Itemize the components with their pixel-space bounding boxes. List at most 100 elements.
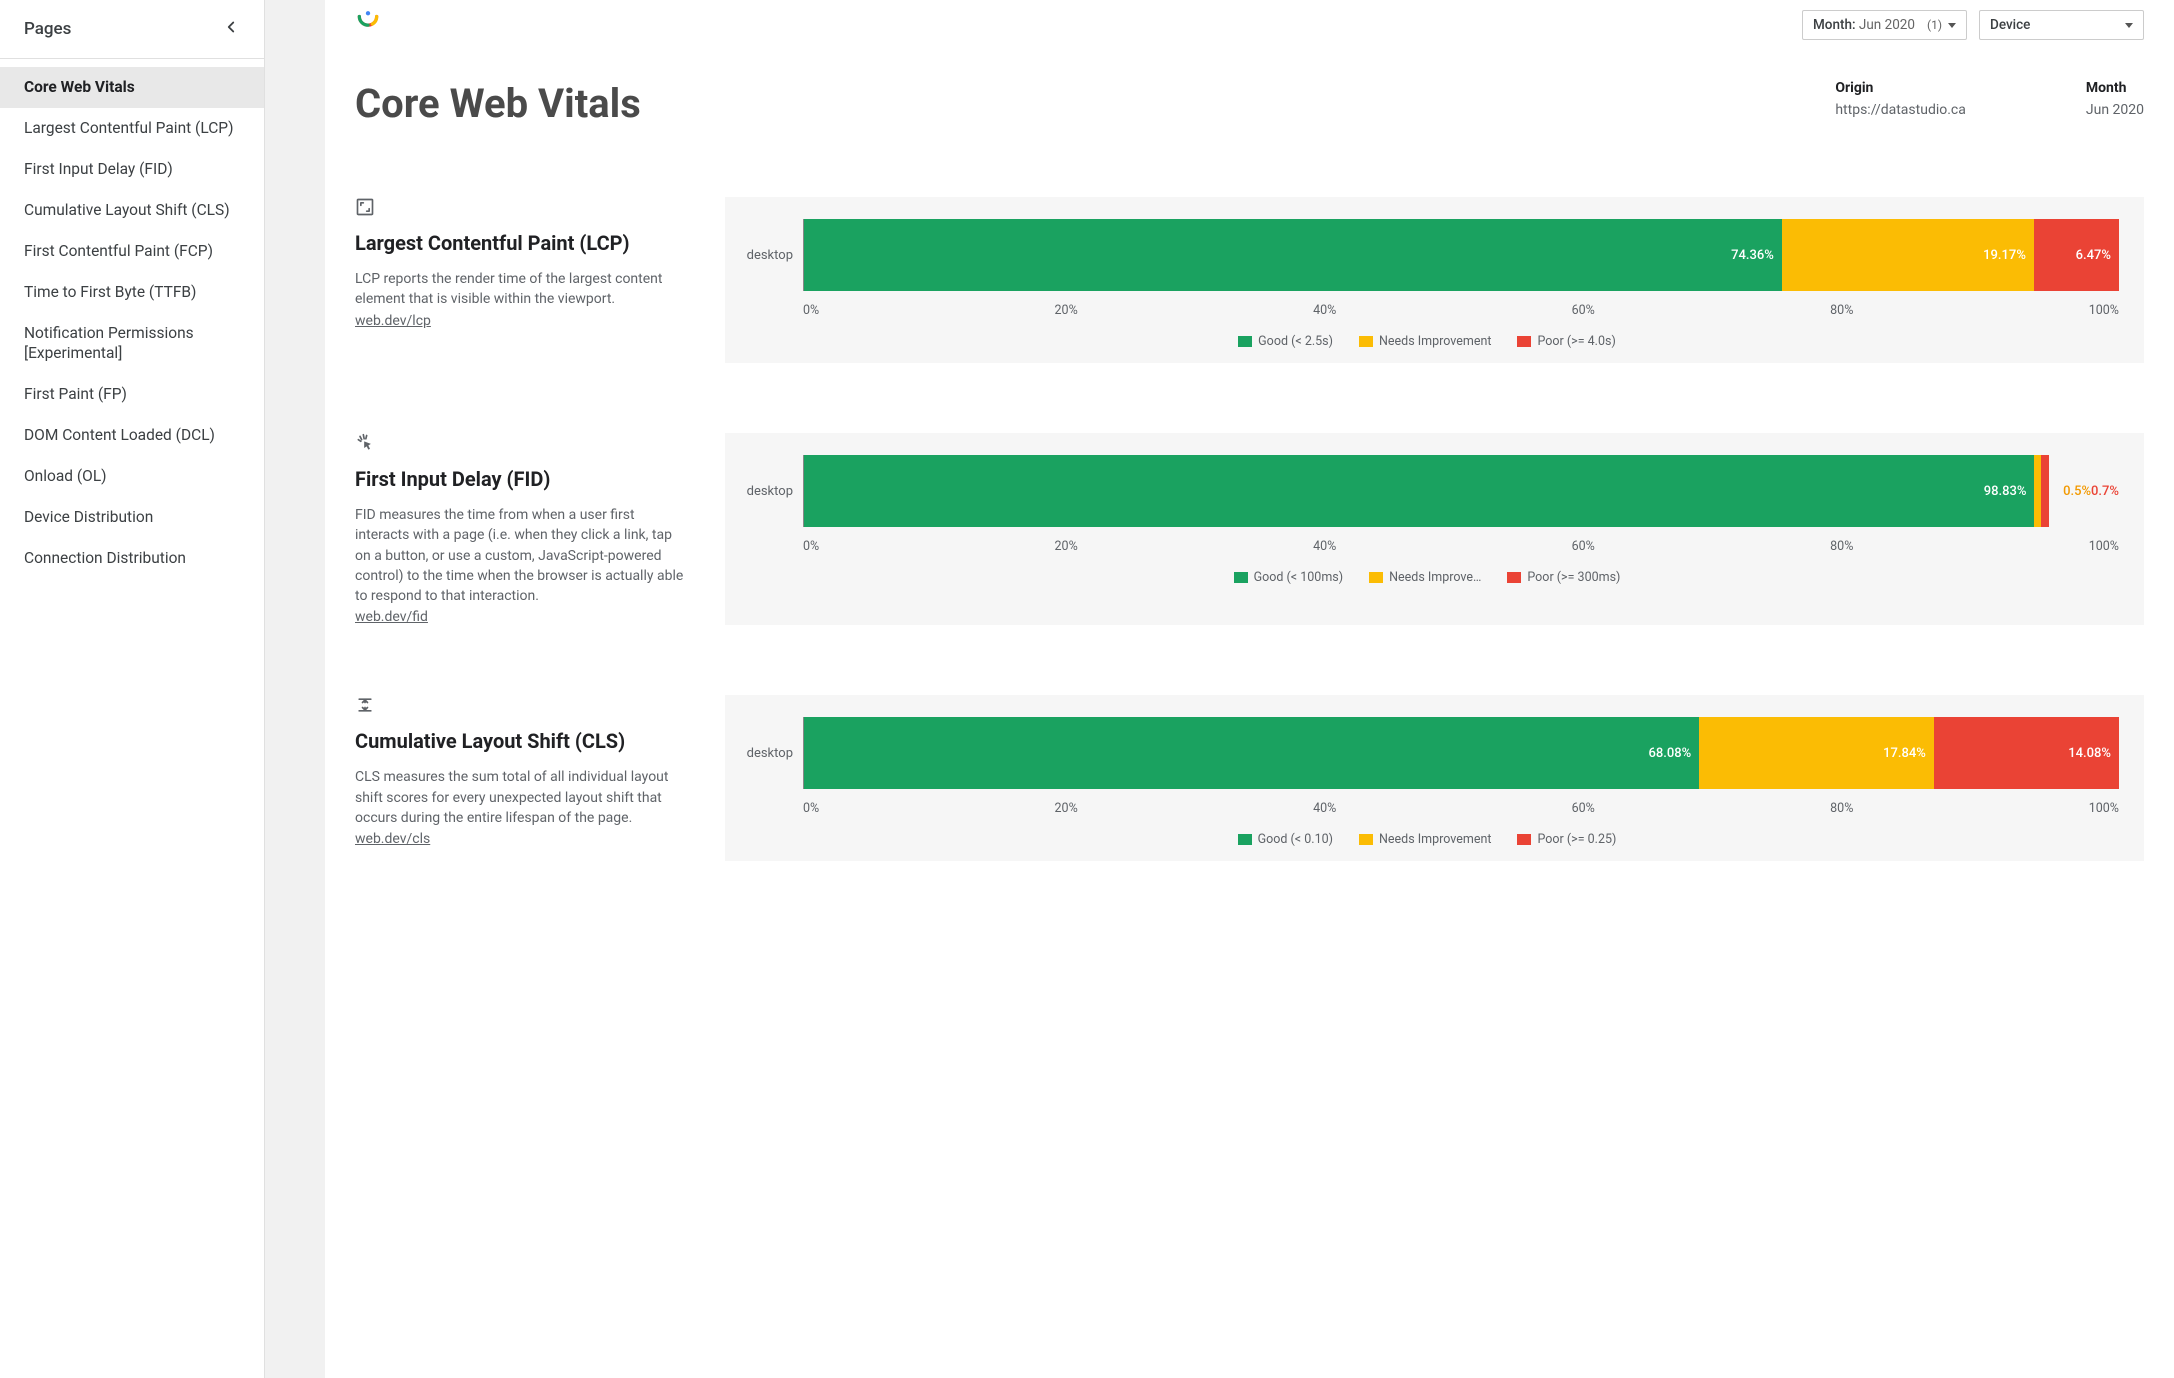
legend: Good (< 2.5s) Needs Improvement Poor (>=… bbox=[735, 334, 2119, 349]
legend-ni: Needs Improve… bbox=[1369, 570, 1481, 585]
lcp-icon bbox=[355, 197, 685, 221]
axis-row: 0%20%40%60%80%100% bbox=[735, 539, 2119, 554]
cls-icon bbox=[355, 695, 685, 719]
sidebar-list: Core Web VitalsLargest Contentful Paint … bbox=[0, 59, 264, 579]
sidebar-item-notification-permissions-experimental[interactable]: Notification Permissions [Experimental] bbox=[0, 313, 264, 375]
seg-poor: 6.47% bbox=[2034, 219, 2119, 291]
seg-needs-improvement: 17.84% bbox=[1699, 717, 1934, 789]
sidebar-item-time-to-first-byte-ttfb[interactable]: Time to First Byte (TTFB) bbox=[0, 272, 264, 313]
legend-good: Good (< 2.5s) bbox=[1238, 334, 1333, 349]
axis-tick: 60% bbox=[1572, 303, 1595, 318]
metric-title: First Input Delay (FID) bbox=[355, 467, 685, 491]
axis-tick: 80% bbox=[1830, 801, 1853, 816]
overflow-ni: 0.5% bbox=[2063, 484, 2091, 499]
seg-poor: 14.08% bbox=[1934, 717, 2119, 789]
logo-icon bbox=[355, 10, 381, 40]
axis-ticks: 0%20%40%60%80%100% bbox=[803, 801, 2119, 816]
month-filter-value: Jun 2020 bbox=[1859, 17, 1915, 33]
seg-good: 98.83% bbox=[804, 455, 2034, 527]
seg-good: 74.36% bbox=[804, 219, 1782, 291]
swatch-poor-icon bbox=[1507, 572, 1521, 583]
seg-good: 68.08% bbox=[804, 717, 1699, 789]
legend-poor: Poor (>= 4.0s) bbox=[1517, 334, 1615, 349]
swatch-good-icon bbox=[1238, 336, 1252, 347]
swatch-poor-icon bbox=[1517, 834, 1531, 845]
axis-tick: 40% bbox=[1313, 539, 1336, 554]
seg-poor bbox=[2041, 455, 2049, 527]
sidebar-title: Pages bbox=[24, 19, 71, 39]
metric-link[interactable]: web.dev/fid bbox=[355, 609, 428, 625]
page-title: Core Web Vitals bbox=[355, 80, 641, 127]
bar-row: desktop 98.83% 0.5%0.7% bbox=[735, 455, 2119, 527]
legend-good: Good (< 100ms) bbox=[1234, 570, 1344, 585]
origin-block: Origin https://datastudio.ca bbox=[1835, 80, 1966, 118]
month-filter[interactable]: Month: Jun 2020 (1) bbox=[1802, 10, 1967, 40]
axis-ticks: 0% 20% 40% 60% 80% 100% bbox=[803, 303, 2119, 318]
divider-column bbox=[265, 0, 325, 1378]
sidebar-item-first-paint-fp[interactable]: First Paint (FP) bbox=[0, 374, 264, 415]
sidebar-item-core-web-vitals[interactable]: Core Web Vitals bbox=[0, 67, 264, 108]
sidebar-item-onload-ol[interactable]: Onload (OL) bbox=[0, 456, 264, 497]
device-label: desktop bbox=[735, 746, 793, 761]
axis-tick: 100% bbox=[2089, 303, 2119, 318]
axis-tick: 100% bbox=[2089, 539, 2119, 554]
filter-bar: Month: Jun 2020 (1) Device bbox=[1802, 10, 2144, 40]
swatch-ni-icon bbox=[1359, 834, 1373, 845]
chart-fid: desktop 98.83% 0.5%0.7% 0%20%40%60%80%10… bbox=[725, 433, 2144, 625]
device-label: desktop bbox=[735, 484, 793, 499]
topbar: Month: Jun 2020 (1) Device bbox=[355, 10, 2144, 40]
main-content: Month: Jun 2020 (1) Device Core Web Vita… bbox=[325, 0, 2174, 1378]
bar-track: 74.36% 19.17% 6.47% bbox=[803, 219, 2119, 291]
axis-tick: 40% bbox=[1313, 303, 1336, 318]
axis-tick: 0% bbox=[803, 303, 819, 318]
month-filter-count: (1) bbox=[1927, 18, 1942, 32]
metric-title: Largest Contentful Paint (LCP) bbox=[355, 231, 685, 255]
axis-tick: 80% bbox=[1830, 303, 1853, 318]
bar-track: 68.08% 17.84% 14.08% bbox=[803, 717, 2119, 789]
sidebar: Pages Core Web VitalsLargest Contentful … bbox=[0, 0, 265, 1378]
sidebar-item-dom-content-loaded-dcl[interactable]: DOM Content Loaded (DCL) bbox=[0, 415, 264, 456]
caret-down-icon bbox=[1948, 23, 1956, 28]
axis-row: 0% 20% 40% 60% 80% 100% bbox=[735, 303, 2119, 318]
device-label: desktop bbox=[735, 248, 793, 263]
axis-ticks: 0%20%40%60%80%100% bbox=[803, 539, 2119, 554]
seg-needs-improvement: 19.17% bbox=[1782, 219, 2034, 291]
metric-cls: Cumulative Layout Shift (CLS) CLS measur… bbox=[355, 695, 2144, 861]
month-value: Jun 2020 bbox=[2086, 102, 2144, 118]
sidebar-header: Pages bbox=[0, 0, 264, 59]
legend-poor: Poor (>= 0.25) bbox=[1517, 832, 1616, 847]
axis-tick: 0% bbox=[803, 801, 819, 816]
overflow-poor: 0.7% bbox=[2091, 484, 2119, 499]
sidebar-item-first-contentful-paint-fcp[interactable]: First Contentful Paint (FCP) bbox=[0, 231, 264, 272]
metric-lcp: Largest Contentful Paint (LCP) LCP repor… bbox=[355, 197, 2144, 363]
chevron-left-icon[interactable] bbox=[222, 18, 240, 40]
chart-cls: desktop 68.08% 17.84% 14.08% 0% 20% 40% 60%… bbox=[725, 695, 2144, 861]
bar-row: desktop 74.36% 19.17% 6.47% bbox=[735, 219, 2119, 291]
axis-tick: 80% bbox=[1830, 539, 1853, 554]
swatch-good-icon bbox=[1238, 834, 1252, 845]
axis-tick: 20% bbox=[1055, 801, 1078, 816]
legend: Good (< 100ms) Needs Improve… Poor (>= 3… bbox=[735, 570, 2119, 585]
origin-value: https://datastudio.ca bbox=[1835, 102, 1966, 118]
axis-tick: 20% bbox=[1055, 303, 1078, 318]
month-label: Month bbox=[2086, 80, 2144, 96]
metric-description: LCP reports the render time of the large… bbox=[355, 269, 685, 310]
legend-poor: Poor (>= 300ms) bbox=[1507, 570, 1620, 585]
swatch-poor-icon bbox=[1517, 336, 1531, 347]
sidebar-item-device-distribution[interactable]: Device Distribution bbox=[0, 497, 264, 538]
metric-description: FID measures the time from when a user f… bbox=[355, 505, 685, 606]
header-row: Core Web Vitals Origin https://datastudi… bbox=[355, 80, 2144, 127]
swatch-ni-icon bbox=[1369, 572, 1383, 583]
sidebar-item-largest-contentful-paint-lcp[interactable]: Largest Contentful Paint (LCP) bbox=[0, 108, 264, 149]
overflow-labels: 0.5%0.7% bbox=[2063, 484, 2119, 499]
sidebar-item-cumulative-layout-shift-cls[interactable]: Cumulative Layout Shift (CLS) bbox=[0, 190, 264, 231]
device-filter[interactable]: Device bbox=[1979, 10, 2144, 40]
month-block: Month Jun 2020 bbox=[2086, 80, 2144, 118]
sidebar-item-first-input-delay-fid[interactable]: First Input Delay (FID) bbox=[0, 149, 264, 190]
sidebar-item-connection-distribution[interactable]: Connection Distribution bbox=[0, 538, 264, 579]
legend-ni: Needs Improvement bbox=[1359, 832, 1492, 847]
axis-tick: 60% bbox=[1572, 801, 1595, 816]
metric-link[interactable]: web.dev/lcp bbox=[355, 313, 431, 329]
axis-tick: 40% bbox=[1313, 801, 1336, 816]
metric-link[interactable]: web.dev/cls bbox=[355, 831, 430, 847]
